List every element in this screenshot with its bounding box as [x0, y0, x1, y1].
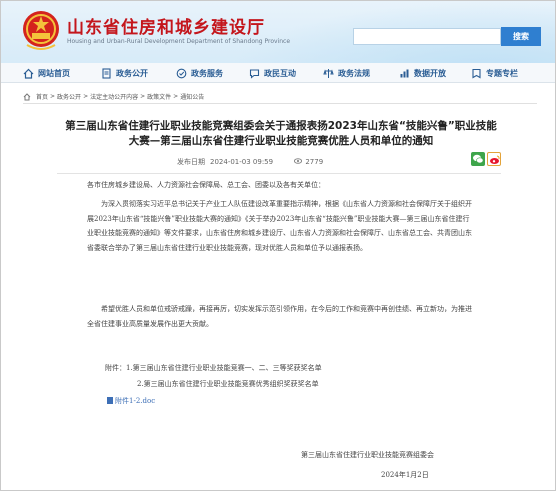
- site-title[interactable]: 山东省住房和城乡建设厅: [67, 13, 265, 38]
- signature-date: 2024年1月2日: [381, 471, 429, 479]
- main-nav: 网站首页 政务公开 政务服务 政民互动 政务法规 数据开放 专题专栏: [1, 63, 555, 83]
- file-icon: [107, 397, 113, 404]
- share-wechat-button[interactable]: [471, 152, 485, 166]
- nav-item-label: 政民互动: [264, 68, 296, 78]
- article-paragraph: 希望优胜人员和单位戒骄戒躁，再接再厉，切实发挥示范引领作用，在今后的工作和竞赛中…: [87, 305, 472, 328]
- breadcrumb-item-home[interactable]: 首页: [36, 92, 48, 101]
- nav-item-interaction[interactable]: 政民互动: [249, 63, 296, 83]
- wechat-icon: [473, 154, 484, 164]
- nav-item-open-government[interactable]: 政务公开: [101, 63, 148, 83]
- home-icon: [23, 68, 34, 79]
- title-divider: [57, 173, 501, 174]
- nav-item-label: 政务法规: [338, 68, 370, 78]
- nav-item-label: 网站首页: [38, 68, 70, 78]
- breadcrumb-separator: >: [140, 93, 146, 100]
- breadcrumb-separator: >: [83, 93, 89, 100]
- attachment-filename[interactable]: 附件1-2.doc: [115, 397, 155, 405]
- attachment-item: 2.第三届山东省住建行业职业技能竞赛优秀组织奖获奖名单: [137, 380, 319, 388]
- eye-icon: [294, 158, 303, 164]
- article-meta: 发布日期 2024-01-03 09:59 2779: [177, 157, 328, 167]
- signature: 第三届山东省住建行业职业技能竞赛组委会: [301, 451, 434, 459]
- nav-item-services[interactable]: 政务服务: [176, 63, 223, 83]
- browser-page: 山东省住房和城乡建设厅 Housing and Urban-Rural Deve…: [0, 0, 556, 491]
- breadcrumb-item[interactable]: 政策文件: [147, 92, 171, 101]
- article-paragraph: 为深入贯彻落实习近平总书记关于产业工人队伍建设改革重要指示精神，根据《山东省人力…: [87, 200, 472, 252]
- data-icon: [400, 69, 409, 77]
- document-icon: [102, 67, 111, 79]
- site-header: 山东省住房和城乡建设厅 Housing and Urban-Rural Deve…: [1, 1, 555, 63]
- date-label: 发布日期: [177, 158, 205, 166]
- law-icon: [323, 68, 334, 78]
- breadcrumb-item[interactable]: 法定主动公开内容: [90, 92, 138, 101]
- nav-item-topics[interactable]: 专题专栏: [471, 63, 518, 83]
- breadcrumb-item[interactable]: 政务公开: [57, 92, 81, 101]
- article-title: 第三届山东省住建行业职业技能竞赛组委会关于通报表扬2023年山东省“技能兴鲁”职…: [65, 120, 497, 147]
- nav-item-open-data[interactable]: 数据开放: [399, 63, 446, 83]
- chat-icon: [249, 68, 260, 79]
- site-subtitle: Housing and Urban-Rural Development Depa…: [67, 38, 291, 45]
- service-icon: [176, 68, 187, 78]
- date-value: 2024-01-03 09:59: [210, 158, 274, 166]
- article-greeting: 各市住房城乡建设局、人力资源社会保障局、总工会、团委以及各有关单位：: [87, 181, 325, 189]
- search-button[interactable]: 搜索: [501, 27, 541, 46]
- share-weibo-button[interactable]: [487, 152, 501, 166]
- topic-icon: [472, 68, 481, 78]
- nav-item-label: 政务公开: [116, 68, 148, 78]
- weibo-icon: [490, 155, 500, 164]
- attachment-download-link[interactable]: 附件1-2.doc: [107, 396, 155, 406]
- home-icon: [23, 92, 31, 100]
- view-count: 2779: [305, 158, 324, 166]
- breadcrumb-item[interactable]: 通知公告: [180, 92, 204, 101]
- breadcrumb: 首页 > 政务公开 > 法定主动公开内容 > 政策文件 > 通知公告: [23, 90, 537, 104]
- breadcrumb-separator: >: [173, 93, 179, 100]
- breadcrumb-separator: >: [50, 93, 56, 100]
- nav-item-label: 专题专栏: [486, 68, 518, 78]
- nav-item-home[interactable]: 网站首页: [23, 63, 70, 83]
- nav-item-label: 政务服务: [191, 68, 223, 78]
- attachment-item: 附件：1.第三届山东省住建行业职业技能竞赛一、二、三等奖获奖名单: [105, 364, 322, 372]
- nav-item-label: 数据开放: [414, 68, 446, 78]
- search-input[interactable]: [353, 28, 501, 45]
- national-emblem-icon[interactable]: [21, 9, 61, 53]
- nav-item-regulations[interactable]: 政务法规: [323, 63, 370, 83]
